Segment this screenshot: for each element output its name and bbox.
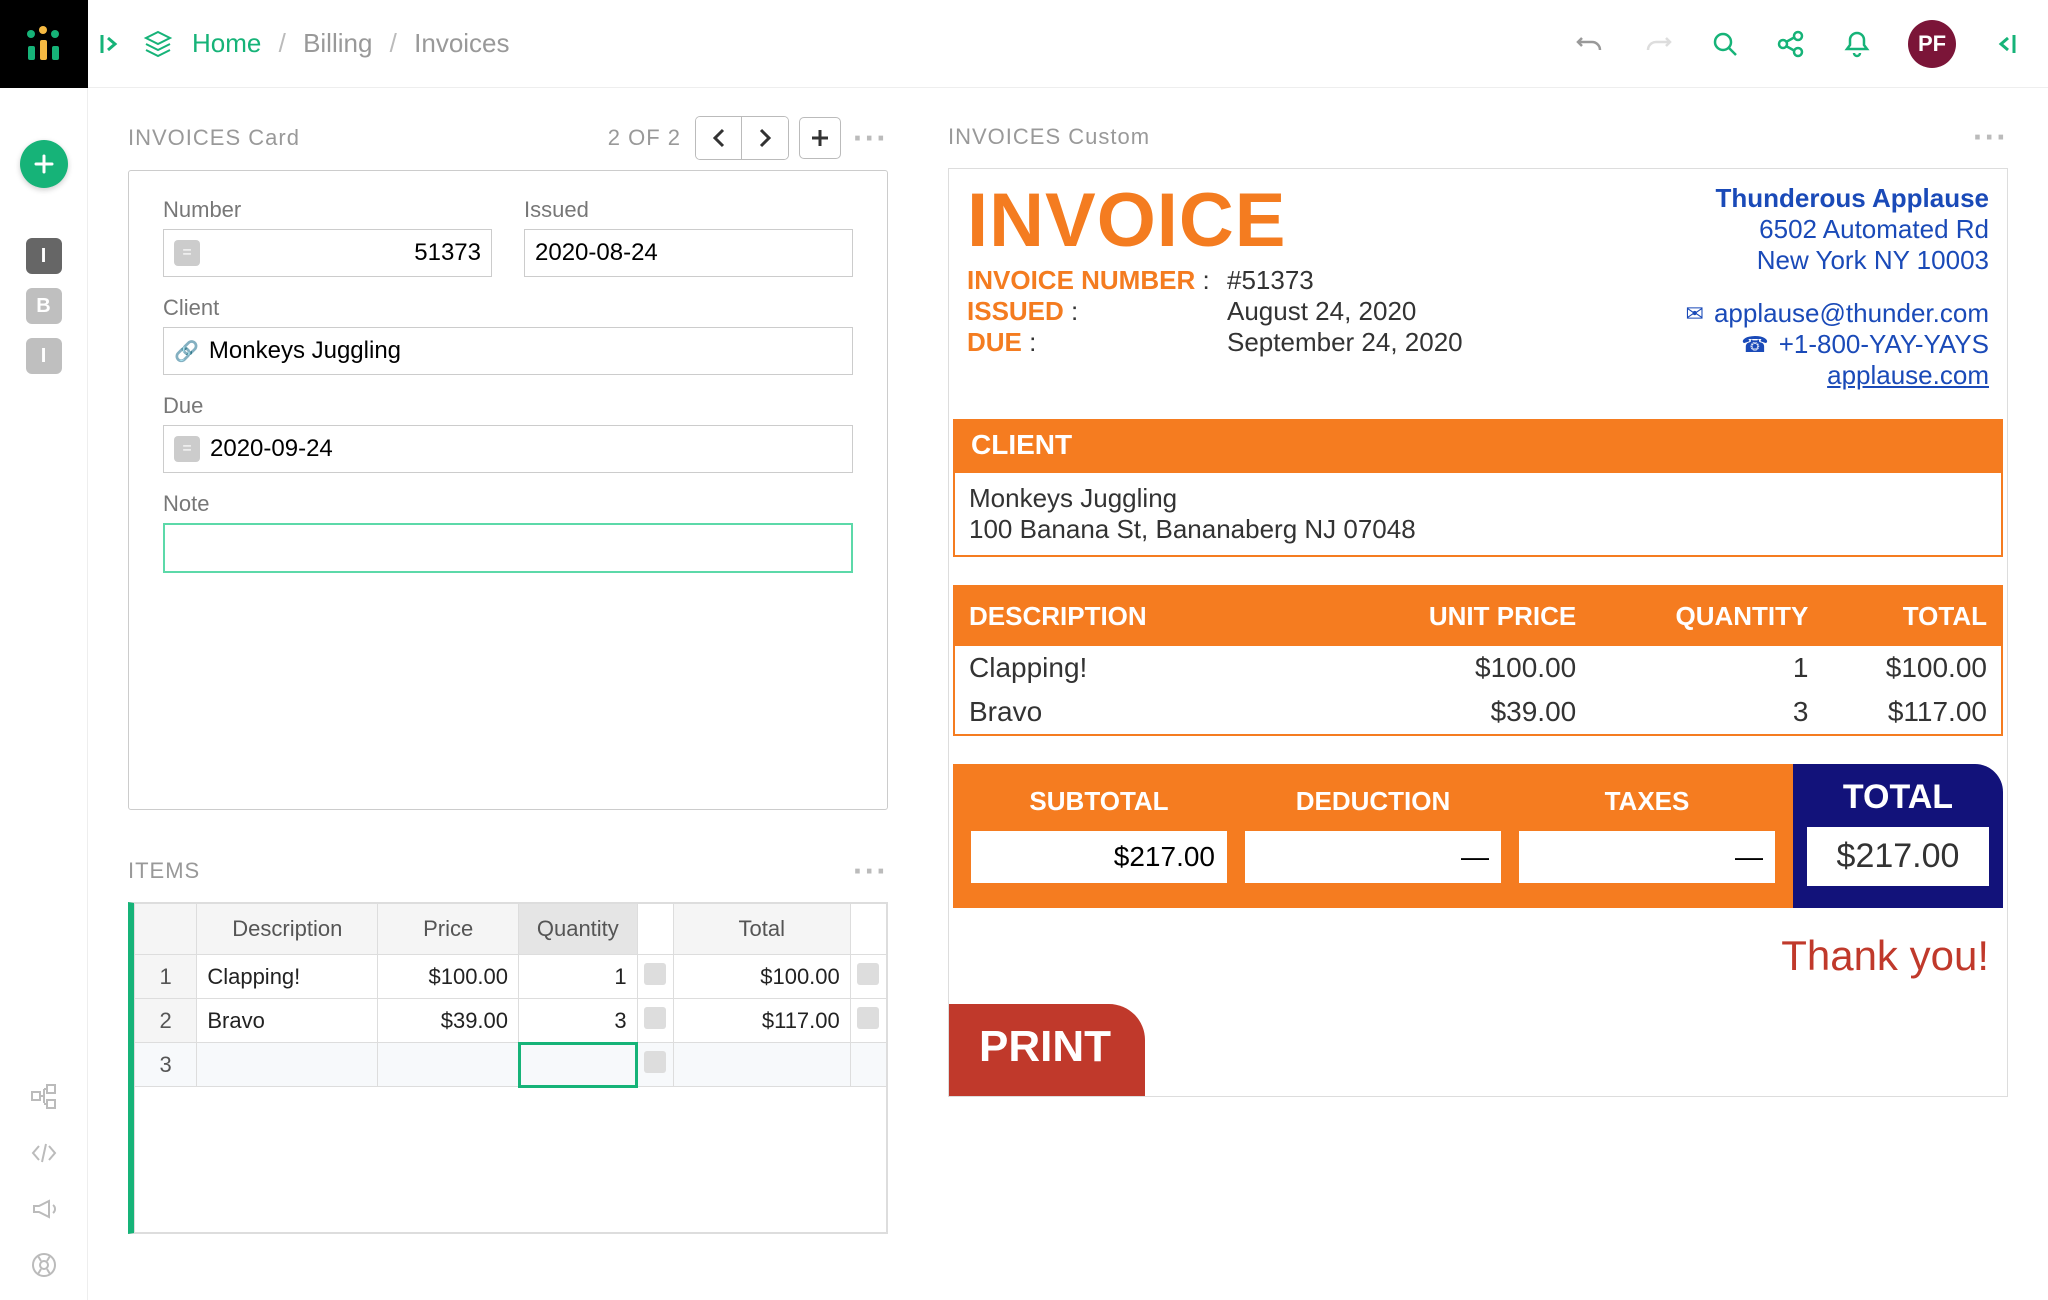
label-due: Due xyxy=(163,393,853,419)
phone-icon: ☎ xyxy=(1741,332,1768,358)
nav-item-invoices[interactable]: I xyxy=(26,238,62,274)
company-web-link[interactable]: applause.com xyxy=(1827,360,1989,391)
breadcrumb-invoices[interactable]: Invoices xyxy=(414,28,509,58)
inv-issued: August 24, 2020 xyxy=(1227,296,1416,326)
chevron-right-icon xyxy=(757,128,773,148)
invoice-line: Bravo $39.00 3 $117.00 xyxy=(955,690,2001,734)
thanks-text: Thank you! xyxy=(949,908,2007,992)
formula-icon xyxy=(857,1007,879,1029)
client-section-label: CLIENT xyxy=(953,419,2003,471)
undo-icon[interactable] xyxy=(1574,28,1606,60)
company-block: Thunderous Applause 6502 Automated Rd Ne… xyxy=(1686,183,1989,391)
nav-item-i2[interactable]: I xyxy=(26,338,62,374)
col-total[interactable]: Total xyxy=(673,904,850,955)
formula-icon xyxy=(644,1051,666,1073)
formula-icon: = xyxy=(174,436,200,462)
breadcrumb: Home / Billing / Invoices xyxy=(192,28,510,59)
share-icon[interactable] xyxy=(1776,29,1806,59)
label-number: Number xyxy=(163,197,492,223)
left-sidebar: I B I xyxy=(0,0,88,1300)
chevron-left-icon xyxy=(711,128,727,148)
pager-text: 2 OF 2 xyxy=(608,125,681,151)
items-panel-title: ITEMS xyxy=(128,858,200,884)
prev-record-button[interactable] xyxy=(696,117,742,159)
breadcrumb-home[interactable]: Home xyxy=(192,28,261,58)
items-header-row: Description Price Quantity Total xyxy=(135,904,887,955)
col-quantity[interactable]: Quantity xyxy=(519,904,638,955)
formula-icon xyxy=(644,963,666,985)
label-issued: Issued xyxy=(524,197,853,223)
add-record-button[interactable] xyxy=(799,117,841,159)
table-row[interactable]: 2 Bravo $39.00 3 $117.00 xyxy=(135,999,887,1043)
col-price[interactable]: Price xyxy=(378,904,519,955)
bell-icon[interactable] xyxy=(1842,29,1872,59)
table-row[interactable]: 1 Clapping! $100.00 1 $100.00 xyxy=(135,955,887,999)
invoice-heading: INVOICE xyxy=(967,183,1463,259)
taxes-value: — xyxy=(1519,831,1775,883)
number-input[interactable]: =51373 xyxy=(163,229,492,277)
subtotal-value: $217.00 xyxy=(971,831,1227,883)
invoice-card: Number =51373 Issued 2020-08-24 Client 🔗… xyxy=(128,170,888,810)
card-panel-header: INVOICES Card 2 OF 2 ··· xyxy=(128,116,888,160)
preview-panel-header: INVOICES Custom ··· xyxy=(948,116,2008,158)
leaf-logo-icon xyxy=(24,24,64,64)
label-note: Note xyxy=(163,491,853,517)
card-panel-title: INVOICES Card xyxy=(128,125,300,151)
collapse-right-icon[interactable] xyxy=(1992,31,2018,57)
note-input[interactable] xyxy=(163,523,853,573)
structure-icon[interactable] xyxy=(29,1082,59,1112)
plus-icon xyxy=(810,128,830,148)
selected-cell[interactable] xyxy=(519,1043,638,1087)
next-record-button[interactable] xyxy=(742,117,788,159)
invoice-preview: INVOICE INVOICE NUMBER :#51373 ISSUED :A… xyxy=(948,168,2008,1097)
plus-icon xyxy=(32,152,56,176)
formula-icon xyxy=(644,1007,666,1029)
link-icon: 🔗 xyxy=(174,339,199,364)
expand-sidebar-icon[interactable] xyxy=(98,31,124,57)
client-box: Monkeys Juggling 100 Banana St, Bananabe… xyxy=(953,471,2003,557)
col-description[interactable]: Description xyxy=(197,904,378,955)
pages-icon[interactable] xyxy=(142,28,174,60)
grand-total: TOTAL $217.00 xyxy=(1793,764,2003,908)
label-client: Client xyxy=(163,295,853,321)
invoice-line: Clapping! $100.00 1 $100.00 xyxy=(955,646,2001,690)
search-icon[interactable] xyxy=(1710,29,1740,59)
mail-icon: ✉ xyxy=(1686,301,1704,327)
issued-input[interactable]: 2020-08-24 xyxy=(524,229,853,277)
avatar[interactable]: PF xyxy=(1908,20,1956,68)
megaphone-icon[interactable] xyxy=(29,1194,59,1224)
code-icon[interactable] xyxy=(29,1138,59,1168)
help-icon[interactable] xyxy=(29,1250,59,1280)
inv-due: September 24, 2020 xyxy=(1227,327,1463,357)
due-input[interactable]: =2020-09-24 xyxy=(163,425,853,473)
items-table: Description Price Quantity Total xyxy=(128,902,888,1234)
print-button[interactable]: PRINT xyxy=(949,1004,1145,1096)
deduction-value: — xyxy=(1245,831,1501,883)
items-panel-menu[interactable]: ··· xyxy=(853,853,888,890)
app-logo[interactable] xyxy=(0,0,88,88)
preview-panel-menu[interactable]: ··· xyxy=(1973,119,2008,156)
totals-strip: SUBTOTAL $217.00 DEDUCTION — TAXES — xyxy=(953,764,2003,908)
inv-number: #51373 xyxy=(1227,265,1314,295)
preview-panel-title: INVOICES Custom xyxy=(948,124,1150,150)
line-items-table: DESCRIPTION UNIT PRICE QUANTITY TOTAL Cl… xyxy=(953,585,2003,736)
breadcrumb-billing[interactable]: Billing xyxy=(303,28,372,58)
table-row-empty[interactable]: 3 xyxy=(135,1043,887,1087)
nav-list: I B I xyxy=(26,238,62,374)
redo-icon[interactable] xyxy=(1642,28,1674,60)
formula-icon xyxy=(857,963,879,985)
client-input[interactable]: 🔗Monkeys Juggling xyxy=(163,327,853,375)
topbar: Home / Billing / Invoices xyxy=(88,0,2048,88)
add-button[interactable] xyxy=(20,140,68,188)
items-panel-header: ITEMS ··· xyxy=(128,850,888,892)
formula-icon: = xyxy=(174,240,200,266)
sidebar-bottom-tools xyxy=(29,1082,59,1280)
card-panel-menu[interactable]: ··· xyxy=(853,120,888,157)
nav-item-b[interactable]: B xyxy=(26,288,62,324)
